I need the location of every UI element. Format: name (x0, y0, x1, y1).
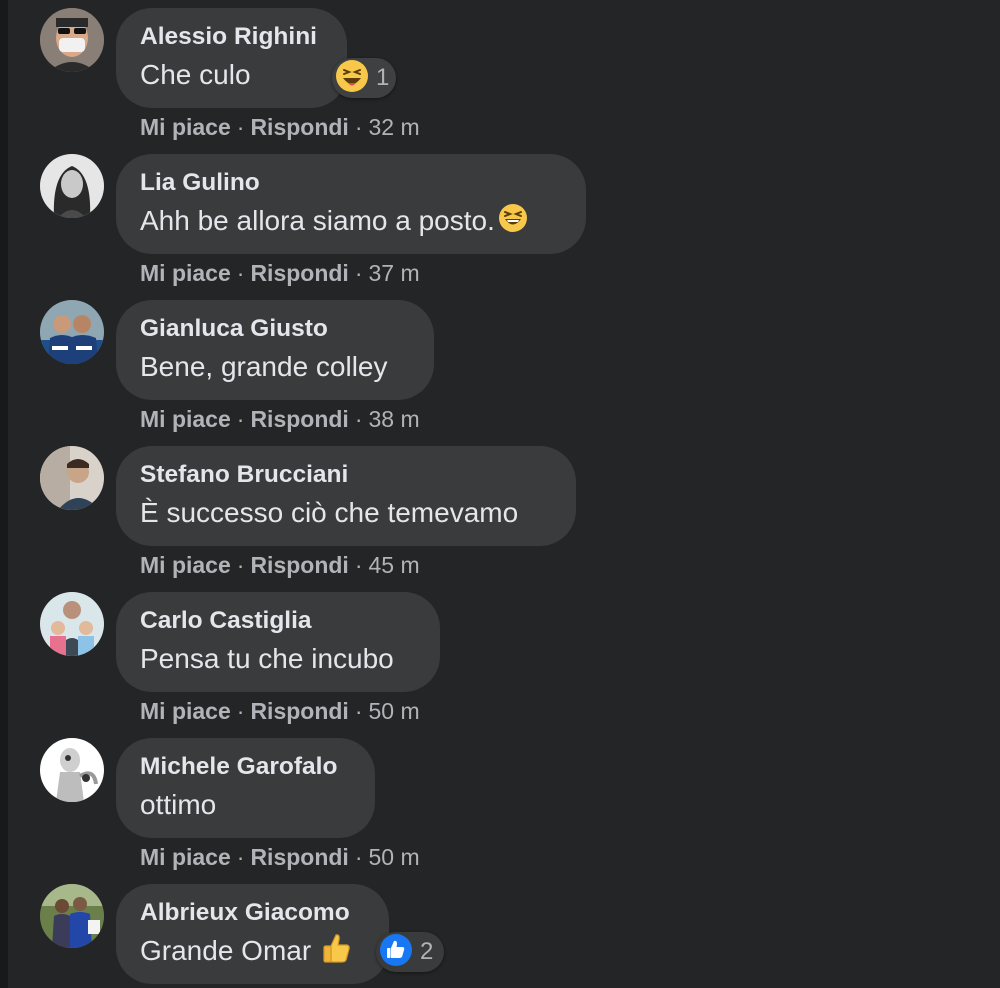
comment-timestamp[interactable]: 50 m (369, 844, 420, 870)
comment-text: Pensa tu che incubo (140, 643, 394, 674)
reaction-count: 1 (376, 64, 390, 91)
laughing-emoji-icon (334, 58, 370, 99)
reaction-badge[interactable]: 2 (376, 932, 444, 972)
comment-timestamp[interactable]: 32 m (369, 114, 420, 140)
reply-link[interactable]: Rispondi (250, 260, 348, 286)
avatar[interactable] (40, 300, 104, 364)
comment-actions: Mi piace · Rispondi · 50 m (140, 698, 420, 724)
like-link[interactable]: Mi piace (140, 260, 231, 286)
comments-panel: Alessio Righini Che culo 1 Mi piace · Risp… (0, 0, 1000, 988)
comment-text: ottimo (140, 789, 217, 820)
comment-author[interactable]: Albrieux Giacomo (140, 898, 365, 928)
reply-link[interactable]: Rispondi (250, 844, 348, 870)
comment-timestamp[interactable]: 45 m (369, 552, 420, 578)
grinning-squint-emoji-icon (497, 202, 529, 244)
comment-bubble: Lia Gulino Ahh be allora siamo a posto. (116, 154, 586, 254)
like-link[interactable]: Mi piace (140, 552, 231, 578)
avatar[interactable] (40, 154, 104, 218)
reply-link[interactable]: Rispondi (250, 114, 348, 140)
comment-timestamp[interactable]: 38 m (369, 406, 420, 432)
comment-actions: Mi piace · Rispondi · 38 m (140, 406, 420, 432)
reaction-count: 2 (420, 938, 434, 965)
avatar[interactable] (40, 446, 104, 510)
thumbs-up-emoji-icon (321, 932, 351, 974)
like-link[interactable]: Mi piace (140, 844, 231, 870)
comment-author[interactable]: Alessio Righini (140, 22, 323, 52)
comment-bubble: Carlo Castiglia Pensa tu che incubo (116, 592, 440, 692)
avatar[interactable] (40, 592, 104, 656)
reaction-badge[interactable]: 1 (332, 58, 396, 98)
like-link[interactable]: Mi piace (140, 114, 231, 140)
comment-text: Bene, grande colley (140, 351, 388, 382)
avatar[interactable] (40, 738, 104, 802)
comment-text: Ahh be allora siamo a posto. (140, 202, 562, 244)
comment-bubble: Albrieux Giacomo Grande Omar (116, 884, 389, 984)
comment-actions: Mi piace · Rispondi · 50 m (140, 844, 420, 870)
comment-bubble: Alessio Righini Che culo (116, 8, 347, 108)
comment-text: Che culo (140, 59, 251, 90)
comment-timestamp[interactable]: 50 m (369, 698, 420, 724)
comment-author[interactable]: Gianluca Giusto (140, 314, 410, 344)
like-link[interactable]: Mi piace (140, 698, 231, 724)
reply-link[interactable]: Rispondi (250, 552, 348, 578)
avatar[interactable] (40, 8, 104, 72)
reply-link[interactable]: Rispondi (250, 698, 348, 724)
comment-actions: Mi piace · Rispondi · 32 m (140, 114, 420, 140)
comment-actions: Mi piace · Rispondi · 45 m (140, 552, 420, 578)
comment-author[interactable]: Lia Gulino (140, 168, 562, 198)
comment-author[interactable]: Michele Garofalo (140, 752, 351, 782)
comment-actions: Mi piace · Rispondi · 37 m (140, 260, 420, 286)
avatar[interactable] (40, 884, 104, 948)
comment-text: È successo ciò che temevamo (140, 497, 519, 528)
comment-bubble: Stefano Brucciani È successo ciò che tem… (116, 446, 576, 546)
comment-author[interactable]: Stefano Brucciani (140, 460, 552, 490)
left-divider (0, 0, 8, 988)
like-link[interactable]: Mi piace (140, 406, 231, 432)
like-icon (378, 932, 414, 973)
comment-text: Grande Omar (140, 932, 365, 974)
comment-bubble: Gianluca Giusto Bene, grande colley (116, 300, 434, 400)
comment-timestamp[interactable]: 37 m (369, 260, 420, 286)
reply-link[interactable]: Rispondi (250, 406, 348, 432)
comment-author[interactable]: Carlo Castiglia (140, 606, 416, 636)
comment-bubble: Michele Garofalo ottimo (116, 738, 375, 838)
